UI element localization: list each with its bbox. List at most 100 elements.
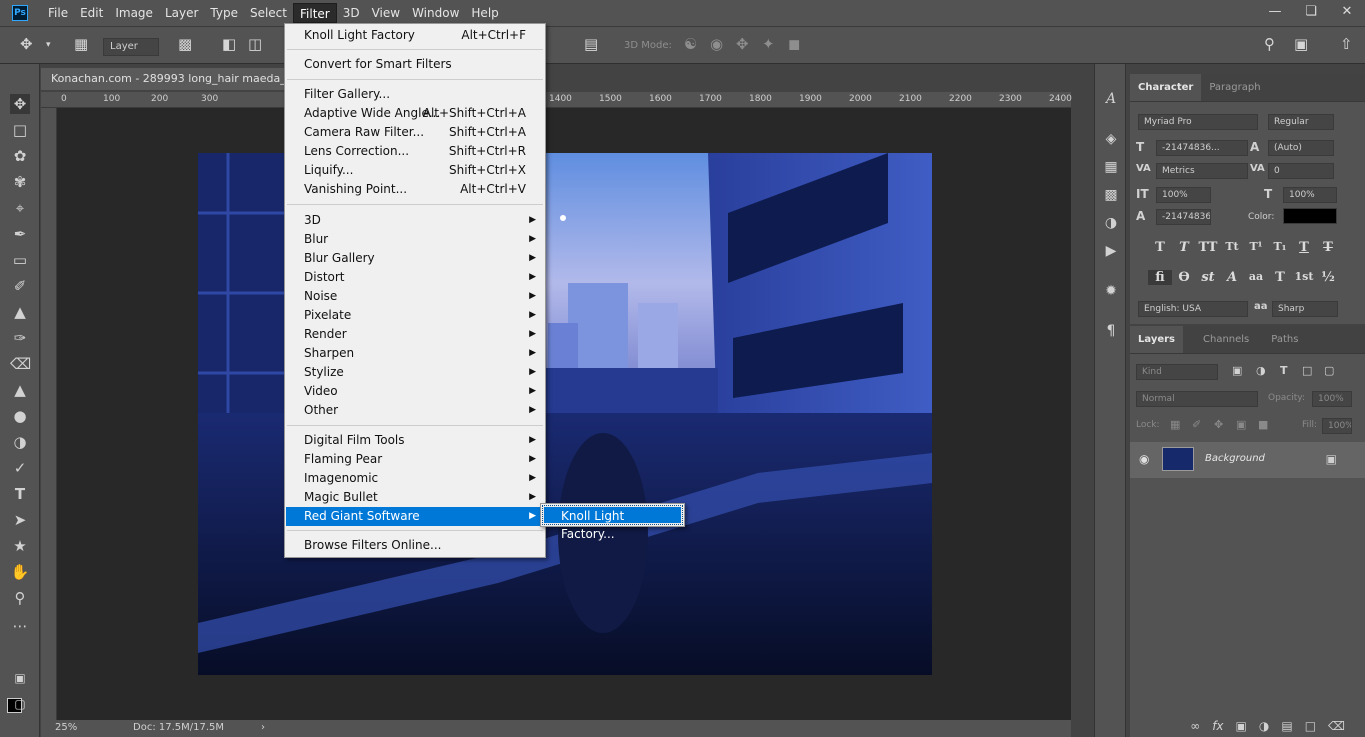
menu-item-digital-film-tools[interactable]: Digital Film Tools ▶ — [286, 431, 544, 450]
menu-item-noise[interactable]: Noise ▶ — [286, 287, 544, 306]
delete-layer-icon[interactable]: ⌫ — [1328, 719, 1345, 733]
text-color-swatch[interactable] — [1283, 208, 1337, 224]
scale-3d-icon[interactable]: ◼ — [788, 35, 800, 53]
restore-icon[interactable]: ❏ — [1293, 0, 1329, 22]
paragraph-panel-icon[interactable]: ¶ — [1102, 322, 1120, 340]
paint-bucket-icon[interactable]: ▲ — [10, 380, 30, 400]
auto-select-icon[interactable]: ▦ — [74, 35, 88, 53]
faux-bold-icon[interactable]: T — [1148, 240, 1172, 255]
menu-item-sharpen[interactable]: Sharpen ▶ — [286, 344, 544, 363]
subscript-icon[interactable]: T₁ — [1268, 240, 1292, 255]
character-panel-icon[interactable]: A — [1102, 90, 1120, 108]
menu-item-blur[interactable]: Blur ▶ — [286, 230, 544, 249]
more-tools-icon[interactable]: ⋯ — [10, 616, 30, 636]
pen-icon[interactable]: ✓ — [10, 458, 30, 478]
actions-play-icon[interactable]: ▶ — [1102, 242, 1120, 260]
titling-icon[interactable]: aa — [1244, 270, 1268, 285]
font-family-select[interactable]: Myriad Pro — [1138, 114, 1258, 130]
menu-file[interactable]: File — [42, 3, 74, 23]
menu-filter[interactable]: Filter — [293, 3, 337, 23]
menu-item-browse-filters-online[interactable]: Browse Filters Online... — [286, 536, 544, 555]
menu-item-vanishing-point[interactable]: Vanishing Point... Alt+Ctrl+V — [286, 180, 544, 199]
crop-icon[interactable]: ⌖ — [10, 198, 30, 218]
lock-pixels-icon[interactable]: ✐ — [1192, 418, 1201, 431]
share-icon[interactable]: ⇧ — [1340, 35, 1353, 53]
swatches-icon[interactable]: ▦ — [1102, 158, 1120, 176]
menu-item-stylize[interactable]: Stylize ▶ — [286, 363, 544, 382]
eye-icon[interactable]: ◉ — [1139, 452, 1149, 466]
new-group-icon[interactable]: ▤ — [1281, 719, 1292, 733]
contextual-alt-icon[interactable]: T — [1268, 270, 1292, 285]
distribute-icon[interactable]: ▤ — [584, 35, 598, 53]
quick-select-icon[interactable]: ✾ — [10, 172, 30, 192]
align-left-icon[interactable]: ◧ — [222, 35, 236, 53]
lock-position-icon[interactable]: ✥ — [1214, 418, 1223, 431]
filter-shape-icon[interactable]: □ — [1302, 364, 1312, 377]
menu-item-distort[interactable]: Distort ▶ — [286, 268, 544, 287]
menu-item-magic-bullet[interactable]: Magic Bullet ▶ — [286, 488, 544, 507]
workspace-icon[interactable]: ▣ — [1294, 35, 1308, 53]
superscript-icon[interactable]: T¹ — [1244, 240, 1268, 255]
auto-select-dropdown[interactable]: Layer — [103, 38, 159, 56]
leading-field[interactable]: (Auto) — [1268, 140, 1334, 156]
menu-item-adaptive-wide-angle[interactable]: Adaptive Wide Angle... Alt+Shift+Ctrl+A — [286, 104, 544, 123]
type-icon[interactable]: T — [10, 484, 30, 504]
slide-3d-icon[interactable]: ✦ — [762, 35, 775, 53]
clone-stamp-icon[interactable]: ▲ — [10, 302, 30, 322]
horizontal-scale-field[interactable]: 100% — [1283, 187, 1337, 203]
fraction-icon[interactable]: ½ — [1316, 270, 1340, 285]
menu-item-convert-smart-filters[interactable]: Convert for Smart Filters — [286, 55, 544, 74]
lock-artboard-icon[interactable]: ▣ — [1236, 418, 1246, 431]
all-caps-icon[interactable]: TT — [1196, 240, 1220, 255]
menu-item-imagenomic[interactable]: Imagenomic ▶ — [286, 469, 544, 488]
menu-item-lens-correction[interactable]: Lens Correction... Shift+Ctrl+R — [286, 142, 544, 161]
document-tab[interactable]: Konachan.com - 289993 long_hair maeda_m — [41, 68, 296, 90]
tab-paragraph[interactable]: Paragraph — [1201, 74, 1268, 101]
filter-adjustment-icon[interactable]: ◑ — [1256, 364, 1266, 377]
layer-filter-kind[interactable]: Kind — [1136, 364, 1218, 380]
ligature-icon[interactable]: fi — [1148, 270, 1172, 285]
zoom-icon[interactable]: ⚲ — [10, 588, 30, 608]
menu-layer[interactable]: Layer — [159, 3, 204, 23]
close-icon[interactable]: ✕ — [1329, 0, 1365, 22]
menu-item-pixelate[interactable]: Pixelate ▶ — [286, 306, 544, 325]
shape-icon[interactable]: ★ — [10, 536, 30, 556]
healing-brush-icon[interactable]: ▭ — [10, 250, 30, 270]
submenu-item-knoll-light-factory[interactable]: Knoll Light Factory... — [542, 505, 683, 541]
kerning-field[interactable]: Metrics — [1156, 163, 1248, 179]
menu-item-3d[interactable]: 3D ▶ — [286, 211, 544, 230]
lock-transparent-icon[interactable]: ▦ — [1170, 418, 1180, 431]
menu-item-flaming-pear[interactable]: Flaming Pear ▶ — [286, 450, 544, 469]
search-icon[interactable]: ⚲ — [1264, 35, 1275, 53]
menu-item-filter-gallery[interactable]: Filter Gallery... — [286, 85, 544, 104]
hand-icon[interactable]: ✋ — [10, 562, 30, 582]
history-brush-icon[interactable]: ✑ — [10, 328, 30, 348]
brush-settings-icon[interactable]: ✹ — [1102, 282, 1120, 300]
eraser-icon[interactable]: ⌫ — [10, 354, 31, 374]
add-mask-icon[interactable]: ▣ — [1236, 719, 1247, 733]
ordinal-icon[interactable]: 1st — [1292, 270, 1316, 285]
menu-window[interactable]: Window — [406, 3, 465, 23]
move-tool-icon[interactable]: ✥ — [20, 35, 33, 53]
fill-field[interactable]: 100% — [1322, 418, 1352, 434]
underline-icon[interactable]: T — [1292, 240, 1316, 255]
old-style-icon[interactable]: ϴ — [1172, 270, 1196, 285]
adjustments-icon[interactable]: ◑ — [1102, 214, 1120, 232]
menu-item-render[interactable]: Render ▶ — [286, 325, 544, 344]
zoom-level[interactable]: 25% — [55, 722, 77, 733]
quick-mask-icon[interactable]: ▣ — [10, 668, 30, 688]
menu-item-red-giant-software[interactable]: Red Giant Software ▶ — [286, 507, 544, 526]
menu-edit[interactable]: Edit — [74, 3, 109, 23]
antialias-select[interactable]: Sharp — [1272, 301, 1338, 317]
tab-character[interactable]: Character — [1130, 74, 1202, 101]
font-size-field[interactable]: -21474836... — [1156, 140, 1248, 156]
move-icon[interactable]: ✥ — [10, 94, 30, 114]
screen-mode-icon[interactable]: ▢ — [10, 694, 30, 714]
transform-controls-icon[interactable]: ▩ — [178, 35, 192, 53]
swash-icon[interactable]: st — [1196, 270, 1220, 285]
link-layers-icon[interactable]: ∞ — [1190, 719, 1200, 733]
layer-style-icon[interactable]: fx — [1212, 719, 1223, 733]
dodge-icon[interactable]: ◑ — [10, 432, 30, 452]
lock-all-icon[interactable]: ■ — [1258, 418, 1268, 431]
3d-panel-icon[interactable]: ◈ — [1102, 130, 1120, 148]
